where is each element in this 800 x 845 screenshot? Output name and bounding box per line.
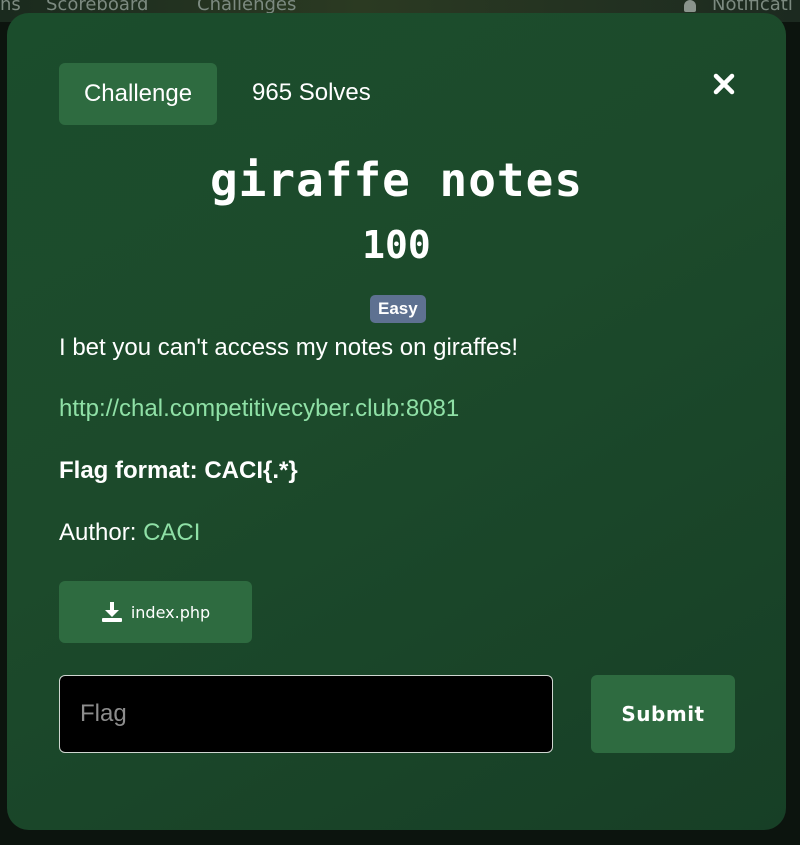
close-button[interactable] xyxy=(709,69,739,99)
download-file-label: index.php xyxy=(130,602,211,622)
challenge-modal: Challenge 965 Solves giraffe notes 100 E… xyxy=(7,13,786,830)
download-icon xyxy=(101,602,122,622)
nav-item-partial[interactable]: ns xyxy=(0,0,21,15)
solves-count[interactable]: 965 Solves xyxy=(252,79,371,107)
difficulty-badge: Easy xyxy=(370,295,426,323)
challenge-url-link[interactable]: http://chal.competitivecyber.club:8081 xyxy=(59,395,459,423)
author-line: Author: CACI xyxy=(59,519,200,547)
flag-input[interactable] xyxy=(59,675,553,753)
challenge-description: I bet you can't access my notes on giraf… xyxy=(59,334,519,361)
challenge-title: giraffe notes xyxy=(209,153,584,207)
close-icon xyxy=(713,73,735,95)
challenge-points: 100 xyxy=(362,223,431,267)
author-label: Author: xyxy=(59,519,137,546)
download-file-button[interactable]: index.php xyxy=(59,581,252,643)
tab-challenge[interactable]: Challenge xyxy=(59,63,217,125)
author-link[interactable]: CACI xyxy=(143,519,200,546)
submit-button[interactable]: Submit xyxy=(591,675,735,753)
flag-format-text: Flag format: CACI{.*} xyxy=(59,457,298,484)
bell-icon xyxy=(684,0,696,12)
